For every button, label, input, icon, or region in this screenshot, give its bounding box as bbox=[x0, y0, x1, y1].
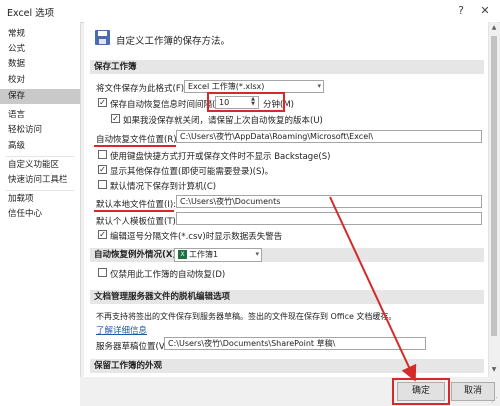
csv-warning-checkbox[interactable]: ✓ bbox=[98, 230, 107, 239]
vertical-scrollbar[interactable]: ▲ ▼ bbox=[488, 22, 499, 377]
main-panel: 自定义工作簿的保存方法。 保存工作簿 将文件保存为此格式(F): Excel 工… bbox=[84, 22, 488, 377]
show-more-places-label: 显示其他保存位置(即使可能需要登录)(S)。 bbox=[110, 167, 274, 177]
default-template-label: 默认个人模板位置(T): bbox=[96, 217, 179, 227]
csv-warning-label: 编辑逗号分隔文件(*.csv)时显示数据丢失警告 bbox=[110, 232, 283, 242]
sidebar-item-accessibility[interactable]: 轻松访问 bbox=[0, 123, 80, 138]
keep-last-version-checkbox[interactable]: ✓ bbox=[111, 114, 120, 123]
exceptions-workbook-value: 工作簿1 bbox=[189, 250, 219, 259]
autorecover-checkbox[interactable]: ✓ bbox=[98, 98, 107, 107]
scroll-up-icon[interactable]: ▲ bbox=[489, 23, 499, 33]
highlight-box-ok bbox=[392, 378, 450, 405]
no-backstage-label: 使用键盘快捷方式打开或保存文件时不显示 Backstage(S) bbox=[110, 152, 331, 162]
default-local-input[interactable]: C:\Users\夜竹\Documents bbox=[176, 195, 482, 208]
sidebar-item-data[interactable]: 数据 bbox=[0, 57, 80, 72]
default-local-label: 默认本地文件位置(I): bbox=[96, 200, 177, 210]
keep-last-version-label: 如果我没保存就关闭，请保留上次自动恢复的版本(U) bbox=[123, 116, 323, 126]
section-offline-editing: 文档管理服务器文件的脱机编辑选项 bbox=[90, 290, 484, 304]
default-template-input[interactable] bbox=[176, 212, 482, 225]
scroll-down-icon[interactable]: ▼ bbox=[489, 365, 499, 375]
title-bar: Excel 选项 ? ✕ bbox=[0, 0, 500, 23]
dialog-footer: 确定 取消 ⋰ bbox=[80, 377, 500, 406]
window-title: Excel 选项 bbox=[7, 8, 55, 19]
sidebar-item-trust-center[interactable]: 信任中心 bbox=[0, 207, 80, 222]
autorecover-location-label: 自动恢复文件位置(R): bbox=[96, 135, 180, 145]
scrollbar-thumb[interactable] bbox=[491, 36, 497, 336]
help-button[interactable]: ? bbox=[452, 3, 470, 19]
show-more-places-checkbox[interactable]: ✓ bbox=[98, 165, 107, 174]
save-format-value: Excel 工作簿(*.xlsx) bbox=[188, 82, 265, 91]
exceptions-workbook-select[interactable]: X 工作簿1 ▾ bbox=[174, 248, 262, 262]
sidebar-divider bbox=[6, 156, 74, 157]
excel-workbook-icon: X bbox=[178, 250, 187, 259]
sidebar-item-quick-access-toolbar[interactable]: 快速访问工具栏 bbox=[0, 173, 80, 188]
server-drafts-label: 服务器草稿位置(V): bbox=[96, 342, 171, 352]
autorecover-location-input[interactable]: C:\Users\夜竹\AppData\Roaming\Microsoft\Ex… bbox=[176, 130, 482, 143]
disable-autorecover-label: 仅禁用此工作簿的自动恢复(D) bbox=[110, 270, 226, 280]
save-format-label: 将文件保存为此格式(F): bbox=[96, 84, 187, 94]
highlight-box-autorecover bbox=[207, 92, 285, 112]
server-drafts-input[interactable]: C:\Users\夜竹\Documents\SharePoint 草稿\ bbox=[164, 337, 426, 350]
disable-autorecover-checkbox[interactable] bbox=[98, 268, 107, 277]
autorecover-exceptions-title: 自动恢复例外情况(X): bbox=[94, 250, 180, 260]
sidebar-divider bbox=[6, 190, 74, 191]
section-save-workbooks: 保存工作簿 bbox=[90, 60, 484, 74]
no-backstage-checkbox[interactable] bbox=[98, 150, 107, 159]
underline-annotation bbox=[94, 210, 174, 212]
page-title: 自定义工作簿的保存方法。 bbox=[116, 36, 231, 47]
sidebar: 常规 公式 数据 校对 保存 语言 轻松访问 高级 自定义功能区 快速访问工具栏… bbox=[0, 22, 81, 406]
sidebar-item-save[interactable]: 保存 bbox=[0, 89, 80, 104]
cancel-button[interactable]: 取消 bbox=[451, 382, 495, 401]
section-preserve-visual: 保留工作簿的外观 bbox=[90, 359, 484, 373]
chevron-down-icon: ▾ bbox=[317, 82, 321, 90]
save-disk-icon bbox=[95, 30, 110, 45]
underline-annotation bbox=[94, 145, 176, 147]
sidebar-item-formulas[interactable]: 公式 bbox=[0, 42, 80, 57]
learn-more-link[interactable]: 了解详细信息 bbox=[96, 324, 147, 336]
resize-grip-icon[interactable]: ⋰ bbox=[491, 396, 498, 404]
chevron-down-icon: ▾ bbox=[255, 250, 259, 258]
sidebar-item-proofing[interactable]: 校对 bbox=[0, 73, 80, 88]
sidebar-item-advanced[interactable]: 高级 bbox=[0, 139, 80, 154]
offline-note: 不再支持将签出的文件保存到服务器草稿。签出的文件现在保存到 Office 文档缓… bbox=[96, 312, 397, 321]
close-button[interactable]: ✕ bbox=[476, 3, 494, 19]
sidebar-item-customize-ribbon[interactable]: 自定义功能区 bbox=[0, 158, 80, 173]
sidebar-item-language[interactable]: 语言 bbox=[0, 108, 80, 123]
sidebar-item-general[interactable]: 常规 bbox=[0, 27, 80, 42]
sidebar-item-addins[interactable]: 加载项 bbox=[0, 192, 80, 207]
default-computer-checkbox[interactable] bbox=[98, 180, 107, 189]
default-computer-label: 默认情况下保存到计算机(C) bbox=[110, 182, 217, 192]
section-autorecover-exceptions: 自动恢复例外情况(X): bbox=[90, 248, 484, 262]
